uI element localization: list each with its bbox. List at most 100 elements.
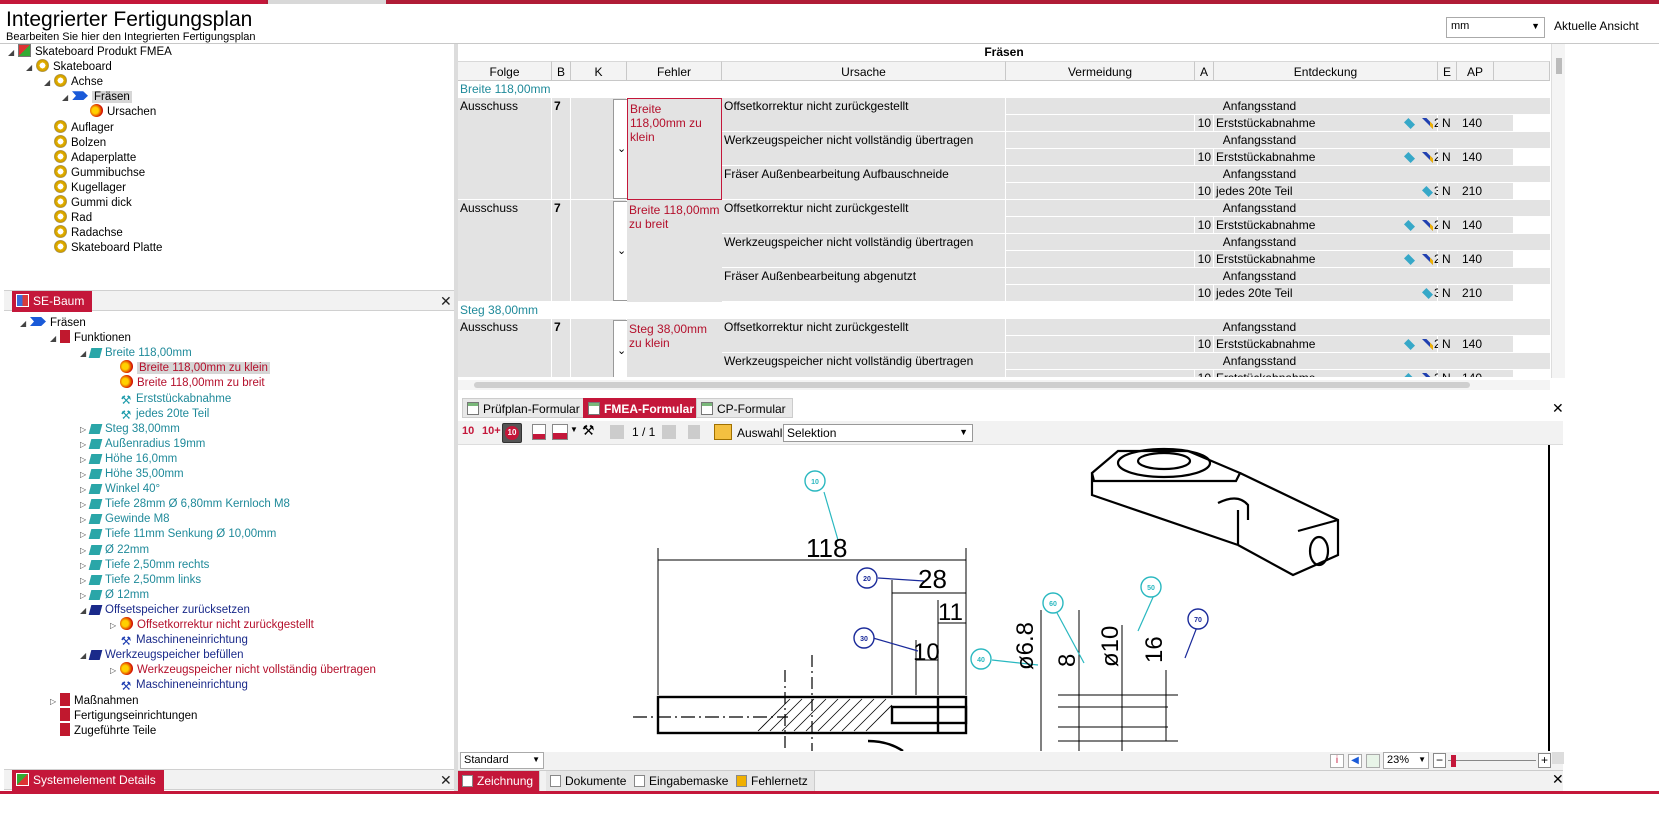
detail-tree-item[interactable]: ▷ Werkzeugspeicher nicht vollständig über…: [110, 662, 376, 678]
balloon-circle-button[interactable]: 10: [502, 423, 522, 443]
form-tab[interactable]: Prüfplan-Formular: [462, 398, 587, 418]
se-tree-item[interactable]: Bolzen: [44, 134, 106, 151]
se-tree-item[interactable]: Gummibuchse: [44, 164, 145, 181]
back-arrow-icon[interactable]: ◀: [1348, 754, 1362, 768]
column-header[interactable]: B: [552, 61, 571, 81]
se-tree-item[interactable]: Rad: [44, 210, 92, 226]
detail-tree-item[interactable]: Breite 118,00mm zu breit: [110, 375, 265, 391]
detail-tree-item[interactable]: ▷ Höhe 16,0mm: [80, 451, 177, 467]
column-header[interactable]: K: [571, 61, 627, 81]
selection-icon[interactable]: [714, 424, 732, 440]
column-header[interactable]: Entdeckung: [1214, 61, 1438, 81]
detail-tree-item[interactable]: ⚒ Maschineneinrichtung: [110, 632, 248, 648]
detail-tree-item[interactable]: Zugeführte Teile: [50, 722, 156, 739]
se-tree-item[interactable]: Radachse: [44, 225, 123, 241]
se-tree-item[interactable]: Auflager: [44, 119, 114, 136]
detail-tree-item[interactable]: ◢ Funktionen: [50, 330, 131, 346]
expander-icon[interactable]: ◢: [62, 90, 72, 106]
se-tree-item[interactable]: ◢ Skateboard: [26, 59, 112, 75]
se-tree-item[interactable]: Kugellager: [44, 179, 126, 196]
se-tree-item[interactable]: ◢ Fräsen: [62, 89, 132, 105]
detail-tree-item[interactable]: ◢ Fräsen: [20, 315, 86, 331]
detail-tree-item[interactable]: ▷ Maßnahmen: [50, 692, 139, 709]
bottom-tab[interactable]: Fehlernetz: [732, 771, 815, 792]
expander-icon[interactable]: ◢: [50, 331, 60, 347]
style-select[interactable]: Standard ▼: [460, 752, 544, 769]
classification-dropdown[interactable]: ⌄: [613, 320, 628, 377]
column-header[interactable]: Ursache: [722, 61, 1006, 81]
column-header[interactable]: E: [1438, 61, 1457, 81]
se-tree-item[interactable]: Adaperplatte: [44, 149, 136, 166]
column-header[interactable]: AP: [1457, 61, 1494, 81]
balloon-30[interactable]: 30: [853, 627, 875, 649]
classification-dropdown[interactable]: ⌄: [613, 99, 628, 199]
balloon-60[interactable]: 60: [1042, 592, 1064, 614]
detail-tree-item[interactable]: ▷ Steg 38,00mm: [80, 421, 180, 437]
detail-tree-item[interactable]: ▷ Tiefe 11mm Senkung Ø 10,00mm: [80, 526, 276, 542]
close-icon[interactable]: ✕: [1552, 771, 1564, 788]
detail-tree-item[interactable]: ◢ Breite 118,00mm: [80, 345, 192, 361]
detail-tree-item[interactable]: ▷ Ø 22mm: [80, 542, 149, 558]
fit-icon[interactable]: [1366, 754, 1380, 768]
tools-icon[interactable]: ⚒: [582, 422, 595, 439]
detail-tree-item[interactable]: ▷ Tiefe 2,50mm rechts: [80, 557, 209, 573]
form-tab[interactable]: CP-Formular: [696, 398, 793, 418]
expander-icon[interactable]: ◢: [20, 316, 30, 332]
bottom-tab[interactable]: Dokumente: [546, 771, 634, 792]
current-view-button[interactable]: Aktuelle Ansicht: [1554, 19, 1639, 33]
scrollbar-thumb[interactable]: [474, 382, 1470, 388]
zoom-slider-handle[interactable]: [1451, 755, 1456, 767]
detail-tree-item[interactable]: Fertigungseinrichtungen: [50, 707, 197, 724]
column-header[interactable]: A: [1195, 61, 1214, 81]
unit-select[interactable]: mm ▼: [1446, 17, 1545, 38]
selection-dropdown[interactable]: Selektion ▼: [783, 424, 973, 442]
detail-tree-item[interactable]: ◢ Werkzeugspeicher befüllen: [80, 647, 244, 663]
detail-tree-item[interactable]: ▷ Offsetkorrektur nicht zurückgestellt: [110, 617, 314, 633]
column-header[interactable]: Folge: [458, 61, 552, 81]
failure-cell[interactable]: Steg 38,00mm zu klein: [627, 319, 722, 377]
detail-tree-item[interactable]: ▷ Höhe 35,00mm: [80, 466, 184, 482]
vertical-scrollbar[interactable]: [1551, 44, 1565, 378]
failure-cell[interactable]: Breite 118,00mm zu breit: [627, 200, 722, 302]
close-icon[interactable]: ✕: [440, 772, 452, 789]
print-icon[interactable]: [552, 424, 568, 440]
se-tree-item[interactable]: Gummi dick: [44, 195, 132, 211]
zoom-in-button[interactable]: +: [1538, 753, 1551, 768]
balloon-10[interactable]: 10: [804, 470, 826, 492]
details-panel-tab[interactable]: Systemelement Details: [12, 770, 164, 791]
copy-icon[interactable]: [688, 425, 700, 439]
zoom-out-button[interactable]: −: [1433, 753, 1446, 768]
form-tab[interactable]: FMEA-Formular: [583, 398, 701, 418]
detail-tree-item[interactable]: ▷ Ø 12mm: [80, 587, 149, 603]
close-icon[interactable]: ✕: [440, 293, 452, 310]
technical-drawing[interactable]: 118 28 11 10 ø6.8 8 ø10 16 10 20 30 40 50 60 70: [458, 445, 1550, 751]
zoom-slider[interactable]: [1448, 760, 1536, 761]
close-icon[interactable]: ✕: [1552, 400, 1564, 417]
pdf-icon[interactable]: [532, 424, 546, 440]
bottom-tab[interactable]: Zeichnung: [458, 771, 541, 792]
expander-icon[interactable]: ◢: [44, 75, 54, 91]
balloon-10-button[interactable]: 10: [462, 425, 474, 437]
classification-dropdown[interactable]: ⌄: [613, 201, 628, 301]
column-header[interactable]: Fehler: [627, 61, 722, 81]
balloon-10plus-button[interactable]: 10+: [482, 425, 501, 437]
se-tree-item[interactable]: ◢ Achse: [44, 74, 103, 90]
expander-icon[interactable]: ◢: [26, 60, 36, 76]
first-page-icon[interactable]: [610, 425, 624, 439]
bottom-tab[interactable]: Eingabemaske: [630, 771, 736, 792]
scrollbar-thumb[interactable]: [1556, 58, 1562, 74]
detail-tree-item[interactable]: ◢ Offsetspeicher zurücksetzen: [80, 602, 250, 618]
detail-tree-item[interactable]: ▷ Gewinde M8: [80, 511, 170, 527]
detail-tree-item[interactable]: ⚒ jedes 20te Teil: [110, 406, 210, 422]
detail-tree-item[interactable]: ▷ Winkel 40°: [80, 481, 160, 497]
detail-tree-item[interactable]: Breite 118,00mm zu klein: [110, 360, 270, 376]
balloon-50[interactable]: 50: [1140, 576, 1162, 598]
group-row[interactable]: Steg 38,00mm: [458, 302, 1550, 319]
balloon-70[interactable]: 70: [1187, 608, 1209, 630]
detail-tree-item[interactable]: ⚒ Erststückabnahme: [110, 391, 232, 407]
chevron-down-icon[interactable]: ▼: [570, 425, 578, 434]
balloon-20[interactable]: 20: [856, 567, 878, 589]
horizontal-scrollbar[interactable]: [458, 380, 1550, 390]
failure-cell[interactable]: Breite 118,00mm zu klein: [627, 98, 722, 200]
detail-tree-item[interactable]: ⚒ Maschineneinrichtung: [110, 677, 248, 693]
